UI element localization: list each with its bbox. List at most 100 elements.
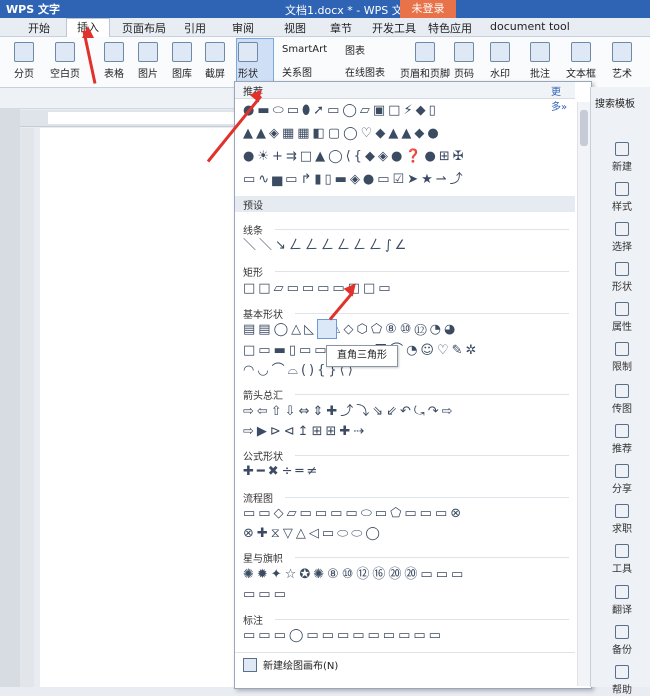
pane-tools[interactable]: 工具 bbox=[597, 544, 647, 575]
tab-review[interactable]: 审阅 bbox=[232, 20, 254, 36]
smartart-button[interactable]: SmartArt bbox=[282, 42, 327, 55]
callouts-row[interactable]: ▭▭▭◯▭▭▭▭▭▭▭▭▭ bbox=[243, 627, 444, 645]
screenshot-button[interactable]: 截屏 bbox=[205, 42, 225, 80]
stars-row-2[interactable]: ▭▭▭ bbox=[243, 586, 289, 604]
preset-header: 预设 bbox=[243, 201, 263, 212]
right-triangle-shape-hover[interactable] bbox=[317, 319, 337, 339]
comment-button[interactable]: 批注 bbox=[530, 42, 550, 80]
comment-icon bbox=[530, 42, 550, 62]
section-stars: 星与旗帜 bbox=[243, 554, 283, 565]
header-footer-icon bbox=[415, 42, 435, 62]
blank-page-icon bbox=[55, 42, 75, 62]
watermark-button[interactable]: 水印 bbox=[490, 42, 510, 80]
section-rectangles: 矩形 bbox=[243, 268, 263, 279]
page-number-button[interactable]: 页码 bbox=[454, 42, 474, 80]
canvas-icon bbox=[243, 658, 257, 672]
page-break-button[interactable]: 分页 bbox=[14, 42, 34, 80]
wordart-icon bbox=[612, 42, 632, 62]
shapes-dropdown: 推荐 更多» ●▬⬭▭⬮➚▭◯▱▣□⚡◆▯ ▲▲◈▦▦◧▢◯♡◆▲▲◆● ●☀+… bbox=[234, 81, 592, 689]
pane-properties[interactable]: 属性 bbox=[597, 302, 647, 333]
pane-restrict[interactable]: 限制 bbox=[597, 342, 647, 373]
tab-view[interactable]: 视图 bbox=[284, 20, 306, 36]
pane-recommend[interactable]: 推荐 bbox=[597, 424, 647, 455]
shapes-button[interactable]: 形状 bbox=[238, 42, 258, 80]
horizontal-ruler bbox=[20, 110, 238, 127]
restrict-icon bbox=[615, 342, 629, 356]
page-number-icon bbox=[454, 42, 474, 62]
shape-icon bbox=[615, 262, 629, 276]
section-lines: 线条 bbox=[243, 226, 263, 237]
shape-row-1[interactable]: ●▬⬭▭⬮➚▭◯▱▣□⚡◆▯ bbox=[243, 102, 439, 120]
arrows-row-1[interactable]: ⇨⇦⇧⇩⇔⇕✚⤴⤵⇘⇙↶⤿↷⇨ bbox=[243, 403, 456, 421]
shape-row-4[interactable]: ▭∿▅▭↱▮▯▬◈●▭☑➤★⇀⤴ bbox=[243, 171, 466, 189]
tab-references[interactable]: 引用 bbox=[184, 20, 206, 36]
pane-job[interactable]: 求职 bbox=[597, 504, 647, 535]
pane-upload-picture[interactable]: 传图 bbox=[597, 384, 647, 415]
section-formula: 公式形状 bbox=[243, 452, 283, 463]
shape-row-2[interactable]: ▲▲◈▦▦◧▢◯♡◆▲▲◆● bbox=[243, 125, 442, 143]
picture-button[interactable]: 图片 bbox=[138, 42, 158, 80]
tab-developer[interactable]: 开发工具 bbox=[372, 20, 416, 36]
document-title: 文档1.docx * - WPS 文字 bbox=[285, 4, 414, 17]
pane-new[interactable]: 新建 bbox=[597, 142, 647, 173]
textbox-button[interactable]: 文本框 bbox=[566, 42, 596, 80]
recommend-icon bbox=[615, 424, 629, 438]
document-page[interactable] bbox=[40, 128, 236, 687]
rect-row[interactable]: □□▱▭▭▭▭□□▭ bbox=[243, 280, 394, 298]
shape-row-3[interactable]: ●☀+⇉□▲◯⟨{◆◈●❓●⊞✠ bbox=[243, 148, 467, 166]
basic-row-1[interactable]: ▤▤◯△◺▱⏢◇⬡⬠⑧⑩⑫◔◕ bbox=[243, 321, 458, 339]
dropdown-scrollbar[interactable] bbox=[577, 102, 590, 686]
app-name[interactable]: WPS 文字 bbox=[6, 1, 60, 17]
pane-styles[interactable]: 样式 bbox=[597, 182, 647, 213]
flow-row-2[interactable]: ⊗✚⧖▽△◁▭⬭⬭◯ bbox=[243, 525, 383, 543]
blank-page-button[interactable]: 空白页 bbox=[50, 42, 80, 80]
wordart-button[interactable]: 艺术 bbox=[612, 42, 632, 80]
arrows-row-2[interactable]: ⇨▶⊳⊲↥⊞⊞✚⇢ bbox=[243, 423, 367, 441]
job-icon bbox=[615, 504, 629, 518]
left-strip bbox=[0, 108, 20, 687]
new-icon bbox=[615, 142, 629, 156]
menu-bar: 开始 插入 页面布局 引用 审阅 视图 章节 开发工具 特色应用 documen… bbox=[0, 18, 650, 37]
section-callouts: 标注 bbox=[243, 616, 263, 627]
pane-backup[interactable]: 备份 bbox=[597, 625, 647, 656]
tab-special[interactable]: 特色应用 bbox=[428, 20, 472, 36]
share-icon bbox=[615, 464, 629, 478]
header-footer-button[interactable]: 页眉和页脚 bbox=[400, 42, 450, 80]
pane-translate[interactable]: 翻译 bbox=[597, 585, 647, 616]
tools-icon bbox=[615, 544, 629, 558]
upload-picture-icon bbox=[615, 384, 629, 398]
search-template-label[interactable]: 搜索模板 bbox=[595, 95, 635, 110]
lines-row[interactable]: ＼＼↘ㄥㄥㄥㄥㄥㄥ∫∠ bbox=[243, 237, 409, 255]
formula-row[interactable]: ✚━✖÷═≠ bbox=[243, 463, 320, 481]
stars-row-1[interactable]: ✺✹✦☆✪✺⑧⑩⑫⑯⑳⑳▭▭▭ bbox=[243, 566, 466, 584]
page-break-icon bbox=[14, 42, 34, 62]
backup-icon bbox=[615, 625, 629, 639]
new-canvas-button[interactable]: 新建绘图画布(N) bbox=[263, 657, 338, 672]
online-chart-button[interactable]: 在线图表 bbox=[345, 64, 385, 79]
login-button[interactable]: 未登录 bbox=[400, 0, 456, 18]
pane-help[interactable]: 帮助 bbox=[597, 665, 647, 696]
chart-button[interactable]: 图表 bbox=[345, 42, 365, 57]
relation-chart-button[interactable]: 关系图 bbox=[282, 64, 312, 79]
gallery-icon bbox=[172, 42, 192, 62]
quick-access-toolbar bbox=[0, 88, 240, 109]
section-arrows: 箭头总汇 bbox=[243, 391, 283, 402]
right-task-pane: 搜索模板 新建 样式 选择 形状 属性 限制 传图 推荐 分享 求职 工具 翻译… bbox=[590, 87, 650, 696]
section-flowchart: 流程图 bbox=[243, 494, 273, 505]
table-button[interactable]: 表格 bbox=[104, 42, 124, 80]
tab-page-layout[interactable]: 页面布局 bbox=[122, 20, 166, 36]
table-icon bbox=[104, 42, 124, 62]
more-link[interactable]: 更多» bbox=[551, 83, 575, 113]
style-icon bbox=[615, 182, 629, 196]
shapes-icon bbox=[238, 42, 258, 62]
tab-document-tool[interactable]: document tool bbox=[490, 20, 570, 33]
flow-row-1[interactable]: ▭▭◇▱▭▭▭▭⬭▭⬠▭▭▭⊗ bbox=[243, 505, 464, 523]
tab-section[interactable]: 章节 bbox=[330, 20, 352, 36]
properties-icon bbox=[615, 302, 629, 316]
gallery-button[interactable]: 图库 bbox=[172, 42, 192, 80]
pane-shapes[interactable]: 形状 bbox=[597, 262, 647, 293]
tab-home[interactable]: 开始 bbox=[28, 20, 50, 36]
pane-share[interactable]: 分享 bbox=[597, 464, 647, 495]
pane-select[interactable]: 选择 bbox=[597, 222, 647, 253]
translate-icon bbox=[615, 585, 629, 599]
